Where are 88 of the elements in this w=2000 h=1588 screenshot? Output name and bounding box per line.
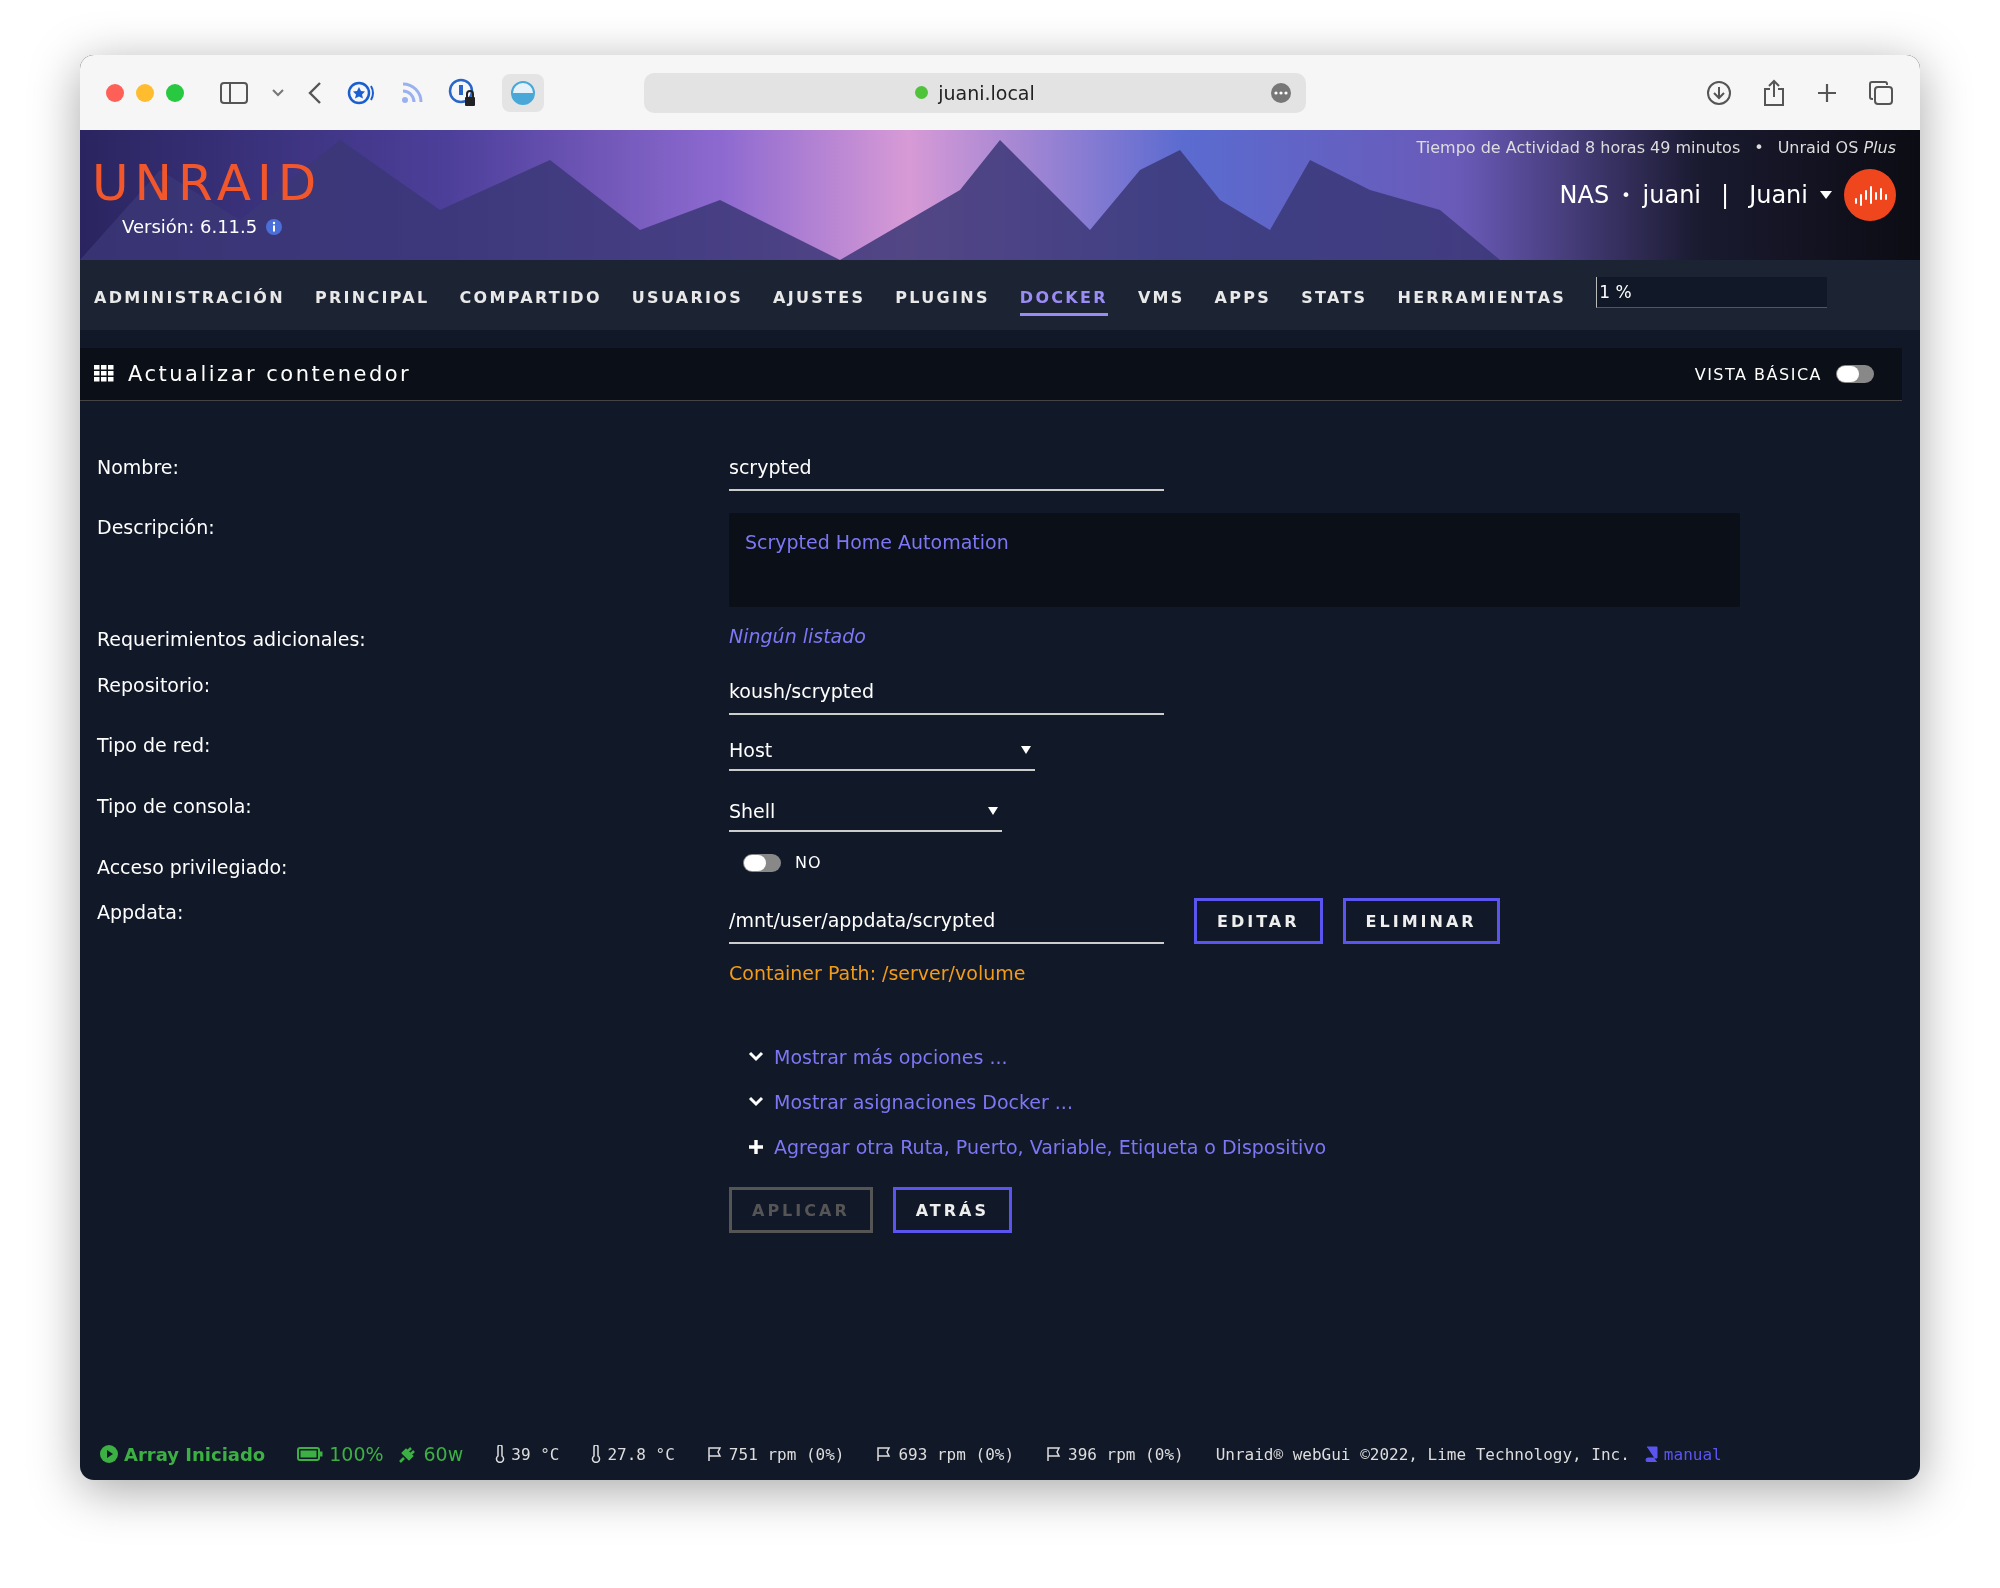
container-path-text: Container Path: /server/volume [729,962,1027,984]
requirements-text: Ningún listado [729,625,866,647]
avatar-icon[interactable] [1844,169,1896,221]
field-label: Nombre: [97,455,180,479]
tabs-icon[interactable] [1868,79,1894,106]
field-label: Requerimientos adicionales: [97,627,367,651]
nav-tab[interactable]: ADMINISTRACIÓN [94,282,285,316]
search-field[interactable]: 1 % [1596,276,1828,308]
privileged-toggle[interactable] [743,853,781,872]
address-text: juani.local [938,81,1035,104]
separator-dot: • [1754,138,1764,157]
form-button[interactable]: ATRÁS [892,1187,1012,1233]
nav-tab[interactable]: PRINCIPAL [314,282,430,316]
path-field[interactable]: /mnt/user/appdata/scrypted [729,898,1164,944]
download-icon[interactable] [1706,79,1732,106]
thermometer-icon [591,1445,602,1463]
path-button[interactable]: EDITAR [1194,898,1323,944]
field-label: Tipo de consola: [97,794,253,818]
thermometer-icon [495,1445,506,1463]
info-icon[interactable] [265,217,284,236]
nav-tab[interactable]: USUARIOS [631,282,743,316]
minimize-window-dot[interactable] [136,83,154,102]
uptime-text: Tiempo de Actividad 8 horas 49 minutos [1416,138,1741,157]
grid-icon [94,365,114,383]
secure-dot-icon [915,86,929,99]
battery-text: 100% [329,1443,384,1465]
plus-icon[interactable] [1816,81,1838,104]
flag-icon [706,1446,723,1462]
flag-icon [876,1446,893,1462]
half-circle-icon [510,79,536,106]
field-label: Descripción: [97,515,216,539]
password-lock-icon[interactable] [448,77,478,108]
dropdown[interactable]: Host [729,731,1035,771]
nav-tab[interactable]: AJUSTES [773,282,866,316]
address-bar[interactable]: juani.local [644,72,1306,113]
nav-tab[interactable]: COMPARTIDO [459,282,602,316]
play-circle-icon [100,1445,118,1463]
nav-tab[interactable]: HERRAMIENTAS [1397,282,1567,316]
copyright-text: Unraid® webGui ©2022, Lime Technology, Inc. [1215,1444,1630,1464]
field-label: Tipo de red: [97,733,212,757]
field-label: Appdata: [97,900,185,924]
close-window-dot[interactable] [106,83,124,102]
text-field[interactable]: scrypted [729,445,1164,491]
zoom-window-dot[interactable] [166,83,184,102]
dropdown[interactable]: Shell [729,792,1002,832]
caret-icon[interactable] [1820,191,1832,199]
option-link[interactable]: Mostrar más opciones ... [774,1045,1008,1068]
share-icon[interactable] [1762,78,1786,107]
field-label: Repositorio: [97,673,212,697]
separator-dot: • [1621,185,1631,205]
nav-tab[interactable]: PLUGINS [895,282,990,316]
temperature-text: 27.8 °C [607,1444,675,1464]
fan-speed-text: 751 rpm (0%) [728,1444,845,1464]
back-icon[interactable] [308,81,322,104]
option-link[interactable]: Agregar otra Ruta, Puerto, Variable, Etiqueta o Dispositivo [774,1135,1327,1158]
server-name: NAS [1559,181,1610,209]
star-badge-icon[interactable] [346,79,376,106]
os-edition-text: Unraid OS Plus [1777,138,1896,157]
battery-icon [297,1447,324,1461]
toggle-state-text: NO [795,853,822,872]
nav-tab[interactable]: STATS [1301,282,1368,316]
section-title: Actualizar contenedor [128,362,412,386]
nav-tab[interactable]: APPS [1214,282,1272,316]
caret-icon [988,807,998,815]
array-status-text: Array Iniciado [124,1443,266,1465]
sidebar-icon[interactable] [220,81,248,104]
version-text: Versión: 6.11.5 [122,216,258,237]
path-button[interactable]: ELIMINAR [1342,898,1500,944]
field-label: Acceso privilegiado: [97,855,289,879]
basic-view-toggle[interactable] [1836,365,1874,383]
fan-speed-text: 693 rpm (0%) [898,1444,1015,1464]
plug-icon [397,1444,418,1464]
power-text: 60w [423,1443,464,1465]
nav-tab[interactable]: VMS [1137,282,1185,316]
divider-text: | [1721,181,1730,209]
user-menu[interactable]: Juani [1749,181,1808,209]
option-link[interactable]: Mostrar asignaciones Docker ... [774,1090,1073,1113]
book-icon [1643,1446,1658,1462]
fan-speed-text: 396 rpm (0%) [1068,1444,1184,1464]
nav-tab[interactable]: DOCKER [1019,282,1108,316]
basic-view-label: VISTA BÁSICA [1694,364,1822,384]
description-field[interactable]: Scrypted Home Automation [729,513,1740,607]
text-field[interactable]: koush/scrypted [729,669,1164,715]
more-icon[interactable] [1270,81,1292,104]
caret-icon [1021,746,1031,754]
flag-icon [1046,1446,1063,1462]
host-name: juani [1642,181,1702,209]
temperature-text: 39 °C [511,1444,560,1464]
